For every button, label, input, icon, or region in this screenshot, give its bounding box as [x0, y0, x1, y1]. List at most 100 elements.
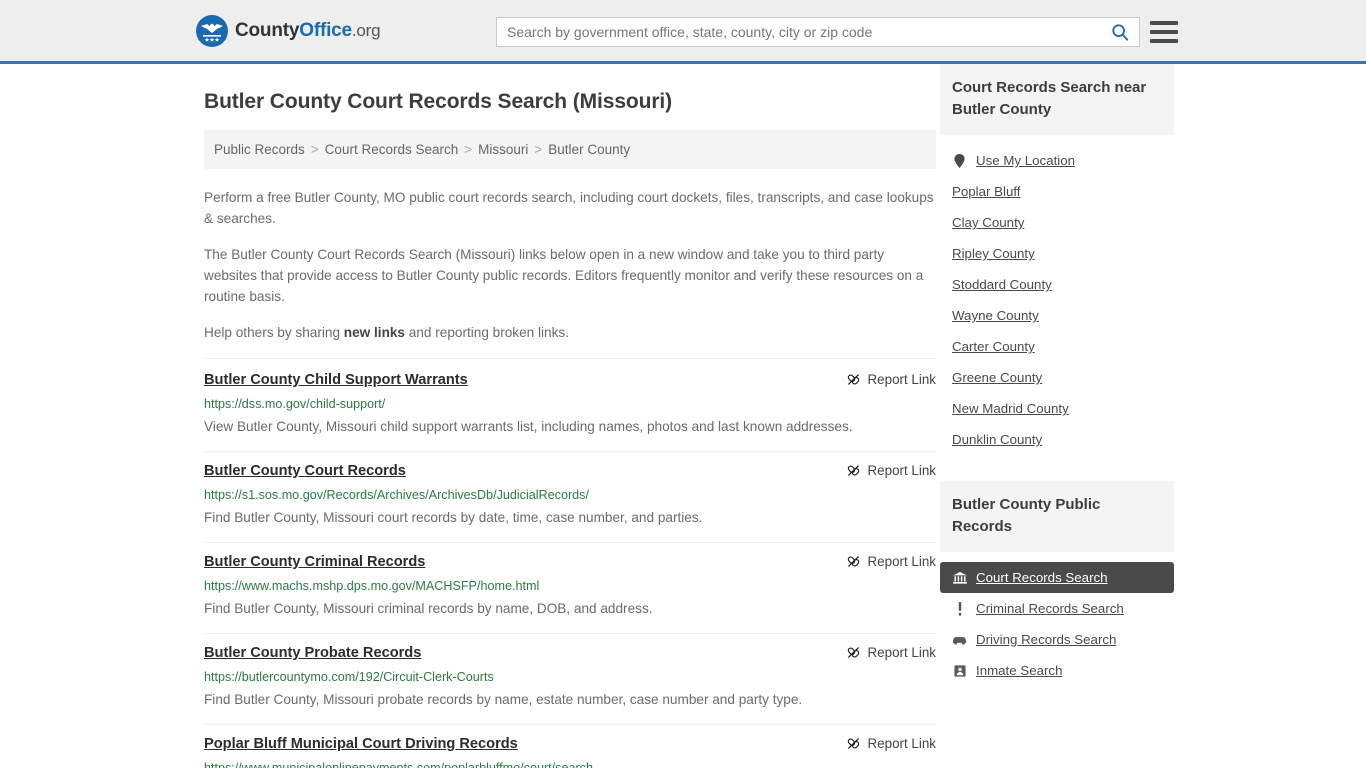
report-link-button[interactable]: Report Link: [846, 553, 936, 569]
sidebar-item-label[interactable]: Poplar Bluff: [952, 184, 1021, 199]
broken-link-icon: [846, 554, 861, 569]
intro-paragraph-1: Perform a free Butler County, MO public …: [204, 190, 934, 226]
public-records-heading: Butler County Public Records: [940, 481, 1174, 552]
public-records-box: Butler County Public Records Court Recor…: [940, 481, 1174, 690]
result-header: Poplar Bluff Municipal Court Driving Rec…: [204, 735, 936, 754]
sidebar-item-label[interactable]: Dunklin County: [952, 432, 1042, 447]
sidebar-item-greene-county[interactable]: Greene County: [940, 362, 1174, 393]
result-item: Butler County Child Support Warrants Rep…: [204, 358, 936, 452]
report-link-button[interactable]: Report Link: [846, 371, 936, 387]
sidebar-item-label[interactable]: Ripley County: [952, 246, 1035, 261]
brand-tld: .org: [351, 20, 381, 40]
search-button[interactable]: [1101, 18, 1139, 46]
sidebar-item-clay-county[interactable]: Clay County: [940, 207, 1174, 238]
sidebar-item-label[interactable]: Inmate Search: [976, 663, 1062, 678]
broken-link-icon: [846, 645, 861, 660]
broken-link-icon: [846, 372, 861, 387]
report-link-label: Report Link: [867, 463, 936, 478]
sidebar-item-label[interactable]: Use My Location: [976, 153, 1075, 168]
intro-p3-after: and reporting broken links.: [405, 325, 569, 340]
result-item: Butler County Criminal Records Report Li…: [204, 543, 936, 634]
sidebar-item-stoddard-county[interactable]: Stoddard County: [940, 269, 1174, 300]
report-link-button[interactable]: Report Link: [846, 462, 936, 478]
result-description: Find Butler County, Missouri probate rec…: [204, 692, 803, 707]
public-records-list: Court Records Search Criminal Records Se…: [940, 552, 1174, 690]
report-link-label: Report Link: [867, 736, 936, 751]
report-link-label: Report Link: [867, 372, 936, 387]
search-input[interactable]: [497, 18, 1101, 46]
sidebar-item-driving-records-search[interactable]: Driving Records Search: [940, 624, 1174, 655]
breadcrumb-item-court-records-search[interactable]: Court Records Search: [325, 142, 459, 157]
report-link-button[interactable]: Report Link: [846, 735, 936, 751]
page-body: Butler County Court Records Search (Miss…: [0, 64, 1366, 768]
sidebar-item-use-my-location[interactable]: Use My Location: [940, 145, 1174, 176]
sidebar-item-criminal-records-search[interactable]: Criminal Records Search: [940, 593, 1174, 624]
nearby-search-box: Court Records Search near Butler County …: [940, 64, 1174, 459]
sidebar-item-inmate-search[interactable]: Inmate Search: [940, 655, 1174, 686]
page-title: Butler County Court Records Search (Miss…: [204, 90, 673, 113]
breadcrumb-item-missouri[interactable]: Missouri: [478, 142, 528, 157]
broken-link-icon: [846, 736, 861, 751]
sidebar-item-label[interactable]: Stoddard County: [952, 277, 1052, 292]
breadcrumb-separator: >: [310, 142, 319, 157]
sidebar: Court Records Search near Butler County …: [940, 64, 1174, 768]
sidebar-item-label[interactable]: Carter County: [952, 339, 1035, 354]
courthouse-icon: [952, 571, 967, 584]
result-url[interactable]: https://s1.sos.mo.gov/Records/Archives/A…: [204, 487, 936, 504]
result-url[interactable]: https://www.machs.mshp.dps.mo.gov/MACHSF…: [204, 578, 936, 595]
intro-section: Perform a free Butler County, MO public …: [204, 187, 936, 343]
result-title-link[interactable]: Poplar Bluff Municipal Court Driving Rec…: [204, 735, 518, 754]
sidebar-item-poplar-bluff[interactable]: Poplar Bluff: [940, 176, 1174, 207]
intro-p3-before: Help others by sharing: [204, 325, 344, 340]
result-title-link[interactable]: Butler County Child Support Warrants: [204, 371, 468, 390]
sidebar-item-label[interactable]: New Madrid County: [952, 401, 1069, 416]
sidebar-item-ripley-county[interactable]: Ripley County: [940, 238, 1174, 269]
result-header: Butler County Criminal Records Report Li…: [204, 553, 936, 572]
intro-paragraph-3: Help others by sharing new links and rep…: [204, 322, 936, 343]
sidebar-item-label[interactable]: Court Records Search: [976, 570, 1108, 585]
result-description: Find Butler County, Missouri criminal re…: [204, 601, 653, 616]
result-title-link[interactable]: Butler County Probate Records: [204, 644, 421, 663]
result-title-link[interactable]: Butler County Court Records: [204, 462, 406, 481]
sidebar-item-wayne-county[interactable]: Wayne County: [940, 300, 1174, 331]
result-item: Butler County Probate Records Report Lin…: [204, 634, 936, 725]
result-url[interactable]: https://www.municipalonlinepayments.com/…: [204, 760, 936, 768]
result-title-link[interactable]: Butler County Criminal Records: [204, 553, 425, 572]
report-link-label: Report Link: [867, 645, 936, 660]
result-url[interactable]: https://dss.mo.gov/child-support/: [204, 396, 936, 413]
brand-part-county: County: [235, 19, 300, 41]
report-link-button[interactable]: Report Link: [846, 644, 936, 660]
eagle-shield-logo-icon: [196, 14, 228, 47]
hamburger-menu-icon[interactable]: [1150, 19, 1178, 45]
sidebar-item-dunklin-county[interactable]: Dunklin County: [940, 424, 1174, 455]
site-logo[interactable]: CountyOffice.org: [196, 14, 381, 47]
result-header: Butler County Child Support Warrants Rep…: [204, 371, 936, 390]
new-links-link[interactable]: new links: [344, 325, 405, 340]
result-item: Poplar Bluff Municipal Court Driving Rec…: [204, 725, 936, 768]
sidebar-item-label[interactable]: Wayne County: [952, 308, 1039, 323]
sidebar-item-label[interactable]: Criminal Records Search: [976, 601, 1124, 616]
result-description: View Butler County, Missouri child suppo…: [204, 419, 853, 434]
sidebar-item-new-madrid-county[interactable]: New Madrid County: [940, 393, 1174, 424]
report-link-label: Report Link: [867, 554, 936, 569]
breadcrumb-separator: >: [464, 142, 473, 157]
brand-text: CountyOffice.org: [235, 19, 381, 42]
breadcrumb-item-butler-county: Butler County: [548, 142, 631, 157]
result-description: Find Butler County, Missouri court recor…: [204, 510, 703, 525]
breadcrumb-item-public-records[interactable]: Public Records: [214, 142, 305, 157]
result-header: Butler County Probate Records Report Lin…: [204, 644, 936, 663]
main-content: Butler County Court Records Search (Miss…: [204, 64, 936, 768]
result-item: Butler County Court Records Report Link …: [204, 452, 936, 543]
sidebar-item-court-records-search[interactable]: Court Records Search: [940, 562, 1174, 593]
sidebar-item-label[interactable]: Driving Records Search: [976, 632, 1116, 647]
nearby-list: Use My Location Poplar Bluff Clay County…: [940, 135, 1174, 459]
result-header: Butler County Court Records Report Link: [204, 462, 936, 481]
result-url[interactable]: https://butlercountymo.com/192/Circuit-C…: [204, 669, 936, 686]
sidebar-item-label[interactable]: Clay County: [952, 215, 1024, 230]
brand-part-office: Office: [299, 19, 352, 41]
breadcrumb-separator: >: [534, 142, 543, 157]
sidebar-item-label[interactable]: Greene County: [952, 370, 1042, 385]
map-pin-icon: [952, 153, 967, 168]
search-bar[interactable]: [496, 17, 1140, 47]
sidebar-item-carter-county[interactable]: Carter County: [940, 331, 1174, 362]
